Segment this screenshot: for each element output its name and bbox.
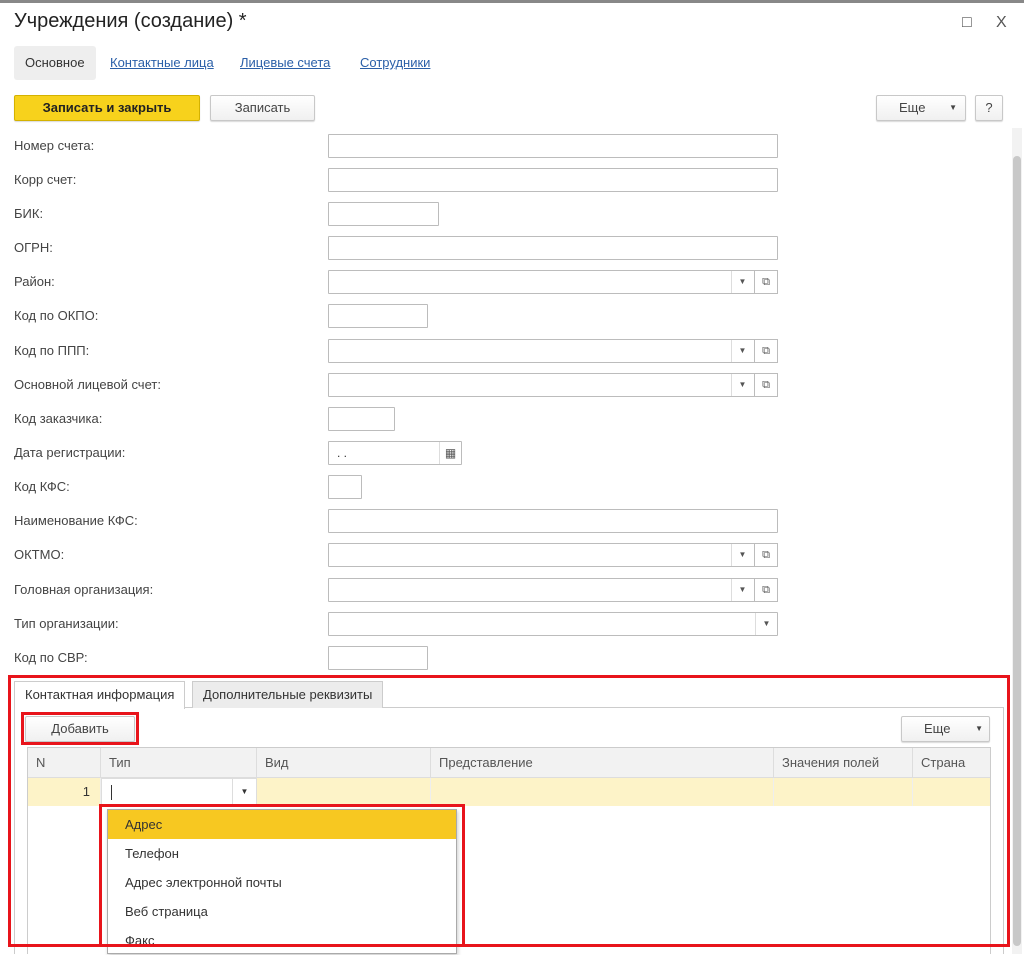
- registration-date-value: . .: [337, 446, 348, 460]
- open-icon[interactable]: ⧉: [754, 339, 778, 363]
- main-account-field[interactable]: ▼ ⧉: [328, 373, 778, 397]
- district-field[interactable]: ▼ ⧉: [328, 270, 778, 294]
- col-n[interactable]: N: [28, 748, 101, 778]
- open-icon[interactable]: ⧉: [754, 373, 778, 397]
- contact-more-button[interactable]: Еще ▼: [901, 716, 990, 742]
- dropdown-item-fax[interactable]: Факс: [108, 926, 456, 955]
- dropdown-item-address[interactable]: Адрес: [108, 810, 456, 839]
- kfs-code-label: Код КФС:: [14, 479, 70, 494]
- window-title: Учреждения (создание) *: [14, 10, 247, 32]
- tab-main[interactable]: Основное: [14, 46, 96, 80]
- dropdown-item-email[interactable]: Адрес электронной почты: [108, 868, 456, 897]
- kfs-name-label: Наименование КФС:: [14, 513, 138, 528]
- cell-presentation[interactable]: [431, 778, 774, 806]
- row-number: 1: [28, 778, 101, 806]
- calendar-icon[interactable]: ▦: [439, 442, 461, 464]
- cell-kind[interactable]: [257, 778, 431, 806]
- open-icon[interactable]: ⧉: [754, 543, 778, 567]
- district-label: Район:: [14, 274, 55, 289]
- chevron-down-icon[interactable]: ▼: [755, 613, 777, 635]
- type-input[interactable]: ▼: [101, 778, 257, 806]
- chevron-down-icon: ▼: [949, 103, 957, 112]
- table-row[interactable]: 1 ▼: [28, 778, 990, 806]
- head-organization-label: Головная организация:: [14, 582, 154, 597]
- help-button[interactable]: ?: [975, 95, 1003, 121]
- kfs-name-field[interactable]: [328, 509, 778, 533]
- chevron-down-icon[interactable]: ▼: [731, 579, 753, 601]
- chevron-down-icon[interactable]: ▼: [232, 779, 256, 805]
- organization-type-field[interactable]: ▼: [328, 612, 778, 636]
- registration-date-label: Дата регистрации:: [14, 445, 126, 460]
- chevron-down-icon[interactable]: ▼: [731, 374, 753, 396]
- okpo-code-field[interactable]: [328, 304, 428, 328]
- cell-field-values[interactable]: [774, 778, 913, 806]
- chevron-down-icon[interactable]: ▼: [731, 544, 753, 566]
- oktmo-label: ОКТМО:: [14, 547, 65, 562]
- add-button[interactable]: Добавить: [25, 716, 135, 742]
- col-field-values[interactable]: Значения полей: [774, 748, 913, 778]
- col-type[interactable]: Тип: [101, 748, 257, 778]
- col-kind[interactable]: Вид: [257, 748, 431, 778]
- main-account-label: Основной лицевой счет:: [14, 377, 161, 392]
- account-number-field[interactable]: [328, 134, 778, 158]
- ogrn-field[interactable]: [328, 236, 778, 260]
- scrollbar[interactable]: [1012, 128, 1022, 954]
- oktmo-field[interactable]: ▼ ⧉: [328, 543, 778, 567]
- corr-account-field[interactable]: [328, 168, 778, 192]
- bik-label: БИК:: [14, 206, 44, 221]
- tab-contact-persons[interactable]: Контактные лица: [99, 46, 225, 80]
- col-presentation[interactable]: Представление: [431, 748, 774, 778]
- okpo-code-label: Код по ОКПО:: [14, 308, 99, 323]
- open-icon[interactable]: ⧉: [754, 270, 778, 294]
- col-country[interactable]: Страна: [913, 748, 990, 778]
- save-and-close-button[interactable]: Записать и закрыть: [14, 95, 200, 121]
- ppp-code-field[interactable]: ▼ ⧉: [328, 339, 778, 363]
- table-header: N Тип Вид Представление Значения полей С…: [28, 748, 990, 778]
- bik-field[interactable]: [328, 202, 439, 226]
- dropdown-item-webpage[interactable]: Веб страница: [108, 897, 456, 926]
- organization-type-label: Тип организации:: [14, 616, 119, 631]
- customer-code-field[interactable]: [328, 407, 395, 431]
- svr-code-label: Код по СВР:: [14, 650, 88, 665]
- more-label: Еще: [899, 100, 926, 115]
- tab-extra-attributes[interactable]: Дополнительные реквизиты: [192, 681, 384, 708]
- maximize-icon[interactable]: □: [962, 14, 972, 32]
- type-dropdown-list: Адрес Телефон Адрес электронной почты Ве…: [107, 809, 457, 954]
- tab-accounts[interactable]: Лицевые счета: [229, 46, 341, 80]
- chevron-down-icon[interactable]: ▼: [731, 271, 753, 293]
- more-label: Еще: [924, 721, 951, 736]
- corr-account-label: Корр счет:: [14, 172, 77, 187]
- tab-employees[interactable]: Сотрудники: [349, 46, 441, 80]
- ppp-code-label: Код по ППП:: [14, 343, 90, 358]
- dropdown-item-phone[interactable]: Телефон: [108, 839, 456, 868]
- chevron-down-icon[interactable]: ▼: [731, 340, 753, 362]
- tab-contact-info[interactable]: Контактная информация: [14, 681, 186, 709]
- svr-code-field[interactable]: [328, 646, 428, 670]
- registration-date-field[interactable]: . . ▦: [328, 441, 462, 465]
- scrollbar-thumb[interactable]: [1013, 156, 1021, 946]
- chevron-down-icon: ▼: [975, 724, 983, 733]
- account-number-label: Номер счета:: [14, 138, 95, 153]
- close-icon[interactable]: X: [996, 14, 1007, 32]
- customer-code-label: Код заказчика:: [14, 411, 103, 426]
- more-button[interactable]: Еще ▼: [876, 95, 966, 121]
- kfs-code-field[interactable]: [328, 475, 362, 499]
- head-organization-field[interactable]: ▼ ⧉: [328, 578, 778, 602]
- save-button[interactable]: Записать: [210, 95, 315, 121]
- open-icon[interactable]: ⧉: [754, 578, 778, 602]
- text-cursor: [111, 785, 112, 800]
- ogrn-label: ОГРН:: [14, 240, 53, 255]
